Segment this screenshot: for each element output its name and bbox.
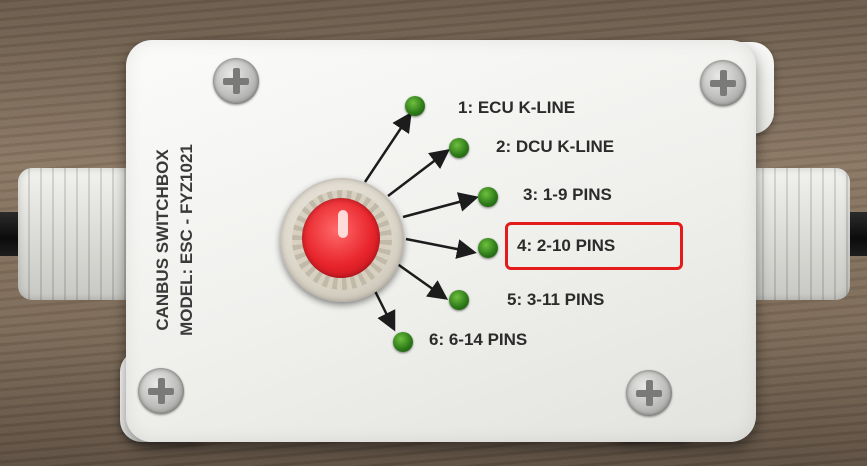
highlight-box [505,222,683,270]
selector-arrows [363,111,479,332]
arrow-to-position-3 [402,192,479,219]
led-position-6-icon [393,332,413,352]
arrow-to-position-5 [395,261,449,300]
arrow-to-position-2 [387,148,450,197]
photo-scene: CANBUS SWITCHBOX MODEL: ESC - FYZ1021 1:… [0,0,867,466]
arrow-to-position-1 [363,111,412,183]
knob-pointer-icon [338,210,348,238]
position-label-1: 1: ECU K-LINE [458,98,576,117]
position-label-6: 6: 6-14 PINS [429,330,528,349]
led-position-4-icon [478,238,498,258]
knob-red-cap [302,198,380,278]
led-position-3-icon [478,187,498,207]
position-label-3: 3: 1-9 PINS [523,185,612,204]
led-position-2-icon [449,138,469,158]
led-position-1-icon [405,96,425,116]
arrow-to-position-4 [405,237,477,259]
position-label-2: 2: DCU K-LINE [496,137,615,156]
position-label-5: 5: 3-11 PINS [507,290,605,309]
selector-knob[interactable] [280,178,404,302]
led-position-5-icon [449,290,469,310]
